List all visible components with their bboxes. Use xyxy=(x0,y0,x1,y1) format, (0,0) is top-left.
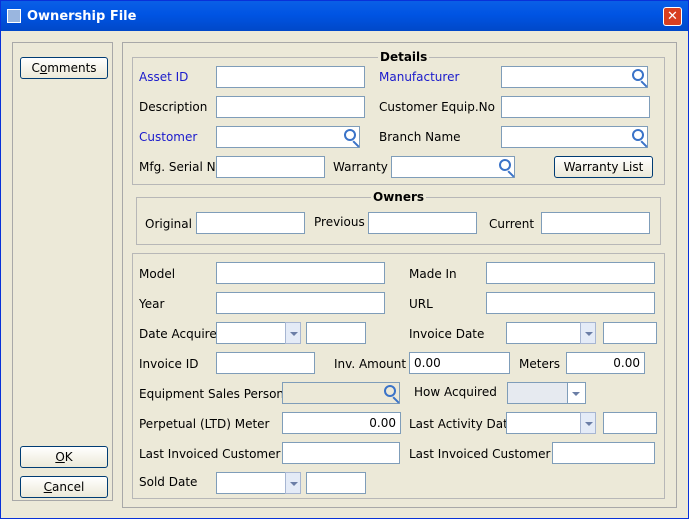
model-label: Model xyxy=(139,267,176,281)
invoice-date-time-input[interactable] xyxy=(603,322,657,344)
date-acquired-field[interactable] xyxy=(216,322,286,344)
cancel-mnemonic: C xyxy=(43,480,53,494)
ownership-file-window: Ownership File ✕ Comments OK Cancel Deta… xyxy=(0,0,689,519)
asset-id-input[interactable] xyxy=(216,66,365,88)
invoice-id-label: Invoice ID xyxy=(139,357,199,371)
ok-button[interactable]: OK xyxy=(20,446,108,468)
window-title: Ownership File xyxy=(27,9,137,24)
perpetual-meter-input[interactable]: 0.00 xyxy=(282,412,401,434)
how-acquired-label: How Acquired xyxy=(414,385,497,399)
customer-input[interactable] xyxy=(216,126,360,148)
ok-label-end: K xyxy=(64,450,73,464)
warranty-list-button[interactable]: Warranty List xyxy=(554,156,653,178)
inv-amount-label: Inv. Amount xyxy=(334,357,407,371)
mfg-serial-no-label: Mfg. Serial No xyxy=(139,160,223,174)
owners-group: Owners Original Previous Current xyxy=(136,190,661,245)
date-acquired-label: Date Acquired xyxy=(139,327,225,341)
comments-label-start: C xyxy=(31,61,40,75)
current-input[interactable] xyxy=(541,212,650,234)
sold-date-picker[interactable] xyxy=(216,472,301,494)
chevron-down-icon[interactable] xyxy=(580,322,596,344)
mfg-serial-no-input[interactable] xyxy=(216,156,325,178)
last-invoiced-customer-2-input[interactable] xyxy=(552,442,655,464)
search-icon[interactable] xyxy=(499,159,511,171)
app-icon xyxy=(7,9,21,23)
chevron-down-icon[interactable] xyxy=(580,412,596,434)
last-activity-date-picker[interactable] xyxy=(506,412,596,434)
how-acquired-field[interactable] xyxy=(507,382,568,404)
owners-legend: Owners xyxy=(371,190,427,204)
equipment-sales-person-label: Equipment Sales Person xyxy=(139,387,285,401)
branch-name-label: Branch Name xyxy=(379,130,461,144)
cancel-label-end: ancel xyxy=(52,480,85,494)
chevron-down-icon[interactable] xyxy=(285,322,301,344)
search-icon[interactable] xyxy=(632,69,644,81)
year-label: Year xyxy=(139,297,165,311)
last-activity-date-field[interactable] xyxy=(506,412,581,434)
original-label: Original xyxy=(145,217,192,231)
title-bar[interactable]: Ownership File ✕ xyxy=(1,1,688,31)
last-activity-date-time-input[interactable] xyxy=(603,412,657,434)
manufacturer-input[interactable] xyxy=(501,66,648,88)
warranty-input[interactable] xyxy=(391,156,515,178)
manufacturer-label: Manufacturer xyxy=(379,70,460,84)
current-label: Current xyxy=(489,217,535,231)
original-input[interactable] xyxy=(196,212,305,234)
comments-label-end: mments xyxy=(47,61,97,75)
comments-button[interactable]: Comments xyxy=(20,57,108,79)
year-input[interactable] xyxy=(216,292,385,314)
close-button[interactable]: ✕ xyxy=(663,7,682,26)
equipment-sales-person-input[interactable] xyxy=(282,382,400,404)
ok-mnemonic: O xyxy=(55,450,65,464)
invoice-date-picker[interactable] xyxy=(506,322,596,344)
invoice-date-label: Invoice Date xyxy=(409,327,485,341)
last-invoiced-customer-1-input[interactable] xyxy=(282,442,400,464)
chevron-down-icon[interactable] xyxy=(285,472,301,494)
how-acquired-select[interactable] xyxy=(507,382,586,404)
customer-equip-no-input[interactable] xyxy=(501,96,650,118)
model-input[interactable] xyxy=(216,262,385,284)
previous-label: Previous xyxy=(314,215,365,229)
customer-label: Customer xyxy=(139,130,198,144)
inv-amount-input[interactable]: 0.00 xyxy=(409,352,510,374)
details-legend: Details xyxy=(378,50,430,64)
sold-date-label: Sold Date xyxy=(139,475,198,489)
made-in-input[interactable] xyxy=(486,262,655,284)
meters-input[interactable]: 0.00 xyxy=(566,352,645,374)
search-icon[interactable] xyxy=(344,129,356,141)
url-input[interactable] xyxy=(486,292,655,314)
cancel-button[interactable]: Cancel xyxy=(20,476,108,498)
last-invoiced-customer-1-label: Last Invoiced Customer 1 xyxy=(139,447,292,461)
main-panel: Details Asset ID Manufacturer Descriptio… xyxy=(122,42,677,508)
last-invoiced-customer-2-label: Last Invoiced Customer 2 xyxy=(409,447,562,461)
warranty-label: Warranty xyxy=(333,160,388,174)
description-input[interactable] xyxy=(216,96,365,118)
search-icon[interactable] xyxy=(384,385,396,397)
description-label: Description xyxy=(139,100,208,114)
date-acquired-picker[interactable] xyxy=(216,322,301,344)
search-icon[interactable] xyxy=(632,129,644,141)
asset-id-label: Asset ID xyxy=(139,70,189,84)
date-acquired-time-input[interactable] xyxy=(306,322,366,344)
perpetual-meter-label: Perpetual (LTD) Meter xyxy=(139,417,270,431)
left-panel: Comments OK Cancel xyxy=(12,42,113,501)
window-content: Comments OK Cancel Details Asset ID Manu… xyxy=(4,31,685,516)
made-in-label: Made In xyxy=(409,267,457,281)
last-activity-date-label: Last Activity Date xyxy=(409,417,516,431)
invoice-id-input[interactable] xyxy=(216,352,315,374)
url-label: URL xyxy=(409,297,433,311)
chevron-down-icon[interactable] xyxy=(567,382,586,404)
details-group: Details Asset ID Manufacturer Descriptio… xyxy=(132,50,665,185)
invoice-date-field[interactable] xyxy=(506,322,581,344)
customer-equip-no-label: Customer Equip.No xyxy=(379,100,495,114)
sold-date-time-input[interactable] xyxy=(306,472,366,494)
sold-date-field[interactable] xyxy=(216,472,286,494)
branch-name-input[interactable] xyxy=(501,126,648,148)
meters-label: Meters xyxy=(519,357,561,371)
equipment-info-group: Model Made In Year URL Date Acquired Inv… xyxy=(132,253,665,499)
previous-input[interactable] xyxy=(368,212,477,234)
